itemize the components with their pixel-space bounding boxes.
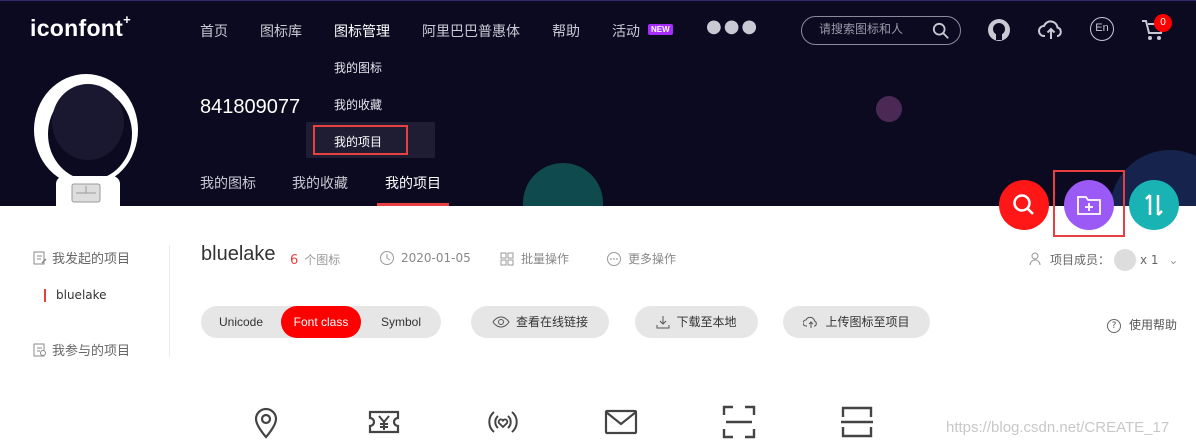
- upload-cloud-icon: [803, 316, 818, 328]
- iconfont-logo[interactable]: iconfont+: [30, 12, 131, 42]
- more-icon[interactable]: ●●●: [706, 16, 759, 37]
- github-icon[interactable]: [986, 17, 1012, 43]
- download-local-button[interactable]: 下载至本地: [635, 306, 758, 338]
- broadcast-heart-icon[interactable]: [486, 404, 520, 440]
- upload-cloud-icon[interactable]: [1038, 17, 1064, 43]
- cart-count-badge: 0: [1154, 14, 1172, 32]
- sidebar-divider: [169, 245, 170, 357]
- annotation-highlight: [313, 125, 408, 155]
- tab-symbol[interactable]: Symbol: [361, 306, 441, 338]
- nav-alibaba-font[interactable]: 阿里巴巴普惠体: [422, 21, 520, 41]
- ticket-yen-icon[interactable]: [367, 404, 401, 440]
- icon-count: 6 个图标: [290, 253, 341, 268]
- decor-circle: [876, 96, 902, 122]
- language-icon[interactable]: En: [1090, 17, 1114, 41]
- top-nav-bar: iconfont+ 首页 图标库 图标管理 阿里巴巴普惠体 帮助 活动 NEW …: [0, 0, 1196, 58]
- search-fab-button[interactable]: [999, 180, 1049, 230]
- grid-icon: [500, 252, 514, 266]
- sidebar-project-bluelake[interactable]: bluelake: [44, 289, 107, 302]
- batch-operation-button[interactable]: 批量操作: [499, 250, 569, 267]
- annotation-highlight: [1053, 170, 1125, 237]
- sidebar-item-created-projects[interactable]: 我发起的项目: [32, 248, 130, 267]
- member-avatar[interactable]: [1114, 249, 1137, 271]
- nav-icon-library[interactable]: 图标库: [260, 21, 302, 41]
- sort-icon: [1145, 194, 1163, 216]
- dropdown-item-my-icons[interactable]: 我的图标: [334, 59, 382, 76]
- location-icon[interactable]: [249, 404, 283, 440]
- nav-activity[interactable]: 活动: [612, 21, 640, 41]
- new-badge: NEW: [648, 24, 673, 35]
- more-circle-icon: [607, 252, 621, 266]
- username: 841809077: [200, 96, 301, 118]
- usage-help-link[interactable]: ? 使用帮助: [1107, 316, 1177, 333]
- watermark: https://blog.csdn.net/CREATE_17: [946, 419, 1170, 436]
- sidebar-item-joined-projects[interactable]: 我参与的项目: [32, 340, 130, 359]
- help-icon: ?: [1107, 319, 1121, 333]
- nav-icon-management[interactable]: 图标管理: [334, 21, 390, 41]
- tab-my-icons[interactable]: 我的图标: [200, 173, 256, 193]
- avatar[interactable]: [30, 72, 142, 206]
- clock-icon: [380, 251, 394, 265]
- dropdown-item-my-favorites[interactable]: 我的收藏: [334, 96, 382, 113]
- chevron-down-icon[interactable]: ⌄: [1168, 253, 1178, 267]
- doc-search-icon: [33, 343, 46, 357]
- tab-active-underline: [377, 203, 449, 206]
- mail-icon[interactable]: [604, 404, 638, 440]
- tab-my-favorites[interactable]: 我的收藏: [292, 173, 348, 193]
- download-icon: [656, 316, 670, 329]
- nav-help[interactable]: 帮助: [552, 21, 580, 41]
- search-icon: [1013, 194, 1034, 215]
- edit-doc-icon: [33, 251, 47, 265]
- header-hero: iconfont+ 首页 图标库 图标管理 阿里巴巴普惠体 帮助 活动 NEW …: [0, 0, 1196, 206]
- project-title: bluelake: [201, 243, 276, 265]
- code-type-switch: Unicode Font class Symbol: [201, 306, 441, 338]
- project-members[interactable]: 项目成员： x 1 ⌄: [1028, 249, 1178, 271]
- members-icon: [1029, 252, 1041, 266]
- nav-home[interactable]: 首页: [200, 21, 228, 41]
- scan-icon[interactable]: [722, 404, 756, 440]
- more-operations-button[interactable]: 更多操作: [606, 250, 676, 267]
- tab-my-projects[interactable]: 我的项目: [385, 173, 441, 193]
- scan-line-icon[interactable]: [840, 404, 874, 440]
- tab-unicode[interactable]: Unicode: [201, 306, 281, 338]
- page: iconfont+ 首页 图标库 图标管理 阿里巴巴普惠体 帮助 活动 NEW …: [0, 0, 1196, 448]
- decor-circle: [523, 163, 603, 206]
- project-date: 2020-01-05: [379, 250, 471, 266]
- eye-icon: [492, 316, 510, 328]
- search-icon[interactable]: [932, 22, 950, 40]
- search-input[interactable]: [819, 22, 929, 36]
- icon-management-dropdown: 我的图标 我的收藏 我的项目: [306, 48, 435, 159]
- upload-icons-button[interactable]: 上传图标至项目: [783, 306, 930, 338]
- view-online-link-button[interactable]: 查看在线链接: [471, 306, 609, 338]
- tab-font-class[interactable]: Font class: [281, 306, 361, 338]
- search-box: [801, 16, 961, 45]
- sort-button[interactable]: [1129, 180, 1179, 230]
